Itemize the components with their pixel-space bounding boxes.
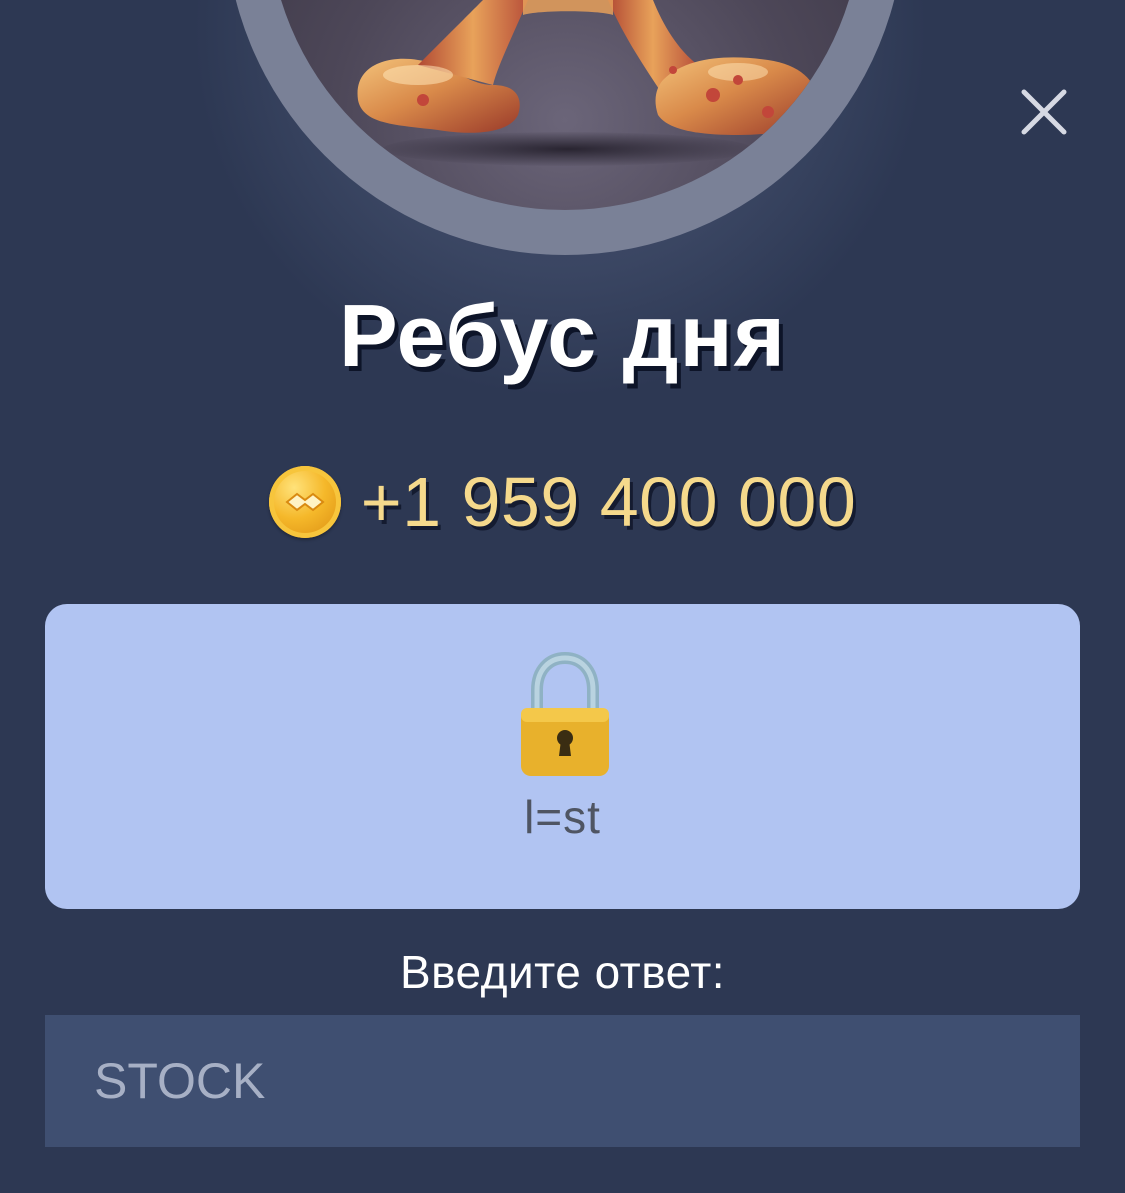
- reward-row: +1 959 400 000: [0, 460, 1125, 544]
- rebus-screen: Ребус дня +1 959 400 000 l=st Введите от…: [0, 0, 1125, 1193]
- answer-label: Введите ответ:: [399, 946, 726, 998]
- page-title: Ребус дня: [339, 286, 786, 385]
- reward-amount: +1 959 400 000: [360, 463, 857, 541]
- lock-icon: [521, 652, 609, 776]
- rebus-card: l=st: [45, 604, 1080, 909]
- glossy-letter-image: [357, 0, 817, 135]
- coin-icon: [268, 466, 341, 538]
- close-icon: [1021, 89, 1067, 135]
- close-button[interactable]: [1016, 84, 1072, 140]
- avatar-image: [268, 0, 862, 210]
- answer-input[interactable]: [45, 1015, 1080, 1147]
- rebus-hint: l=st: [524, 791, 601, 843]
